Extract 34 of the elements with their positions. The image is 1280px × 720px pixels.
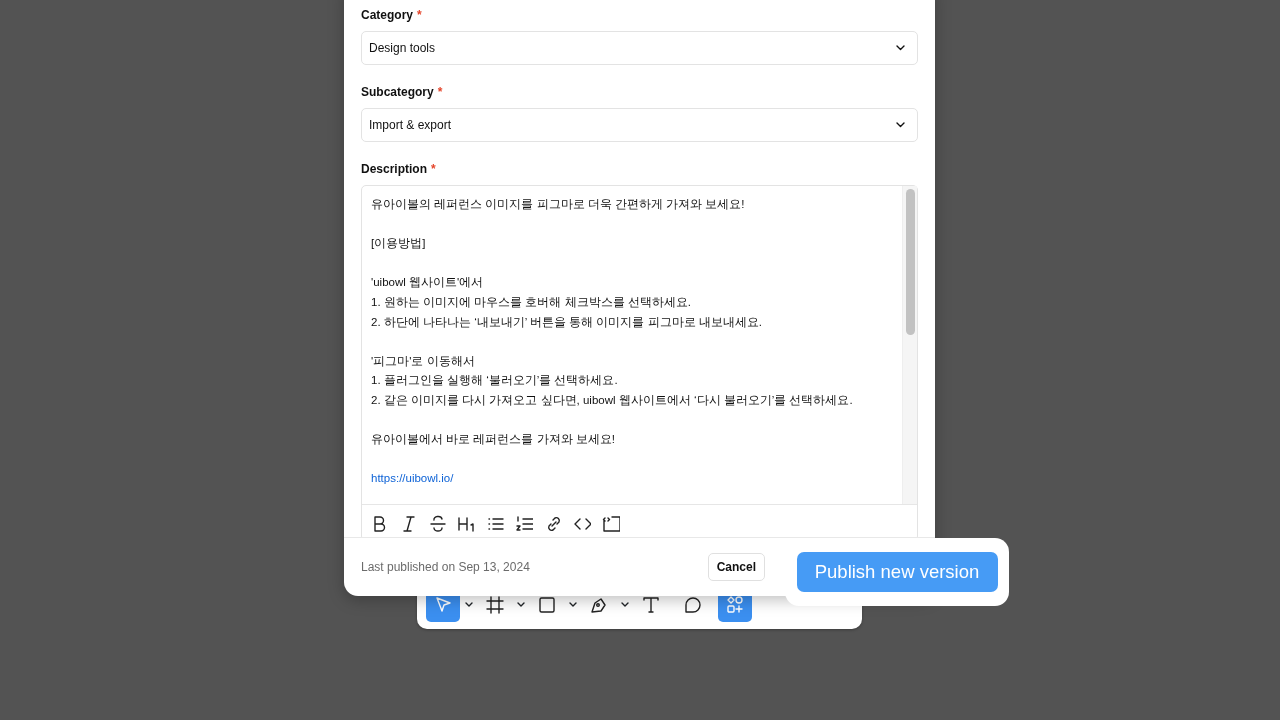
format-button[interactable]: [515, 513, 533, 532]
text-line: 2. 하단에 나타나는 ‘내보내기’ 버튼을 통해 이미지를 피그마로 내보내세요.: [371, 314, 764, 330]
square-icon: [537, 594, 557, 615]
text-line: 유아이볼에서 바로 레퍼런스를 가져와 보세요!: [371, 432, 616, 448]
required-mark: *: [431, 162, 436, 176]
link[interactable]: https://uibowl.io/: [371, 469, 893, 489]
format-button[interactable]: [428, 513, 446, 532]
required-mark: *: [437, 85, 443, 99]
select-field[interactable]: Design tools: [361, 31, 918, 65]
numbered-list-icon: [515, 513, 533, 532]
last-published-note: Last published on Sep 13, 2024: [361, 559, 530, 576]
cancel-button[interactable]: Cancel: [707, 553, 765, 581]
field-label: Subcategory *: [361, 84, 443, 101]
text-line: 'uibowl 웹사이트'에서: [371, 275, 485, 291]
frame-icon: [485, 594, 505, 615]
format-button[interactable]: [602, 513, 620, 532]
field-label: Description *: [361, 161, 436, 178]
text-icon: [641, 594, 661, 615]
chevron-down-icon: [896, 122, 905, 128]
select-field[interactable]: Import & export: [361, 108, 918, 142]
text-line: '피그마'로 이동해서: [371, 353, 476, 369]
strikethrough-icon: [428, 513, 446, 532]
text-editor[interactable]: [361, 185, 918, 537]
scrollbar[interactable]: [902, 186, 917, 504]
text-line: [이용방법]: [371, 236, 427, 252]
field-label: Category *: [361, 7, 422, 24]
text-line: 유아이볼의 레퍼런스 이미지를 피그마로 더욱 간편하게 가져와 보세요!: [371, 197, 746, 212]
text-line: 1. 원하는 이미지에 마우스를 호버해 체크박스를 선택하세요.: [371, 294, 692, 310]
comment-icon: [683, 594, 703, 615]
text-line: 2. 같은 이미지를 다시 가져오고 싶다면, uibowl 웹사이트에서 ‘다시 불러오기’를 선택하세요.: [371, 392, 854, 408]
chevron-down-icon: [896, 45, 905, 51]
required-mark: *: [417, 8, 422, 22]
text-line: 1. 플러그인을 실행해 ‘불러오기’를 선택하세요.: [371, 373, 619, 389]
code-block-icon: [602, 513, 620, 532]
